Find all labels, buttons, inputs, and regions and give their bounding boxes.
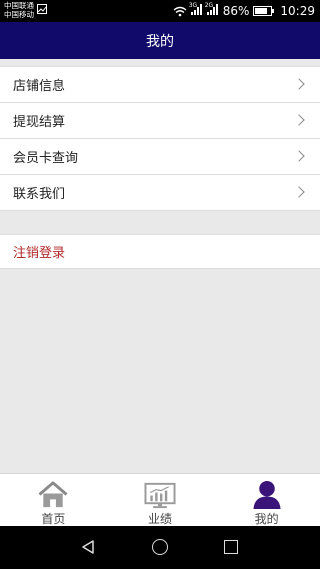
- image-icon: [37, 4, 47, 14]
- chevron-right-icon: [293, 114, 305, 126]
- chevron-right-icon: [293, 150, 305, 162]
- menu-item-member-card-query[interactable]: 会员卡查询: [0, 139, 320, 175]
- wifi-icon: [173, 6, 187, 16]
- battery-percent: 86%: [222, 4, 250, 18]
- chevron-right-icon: [293, 186, 305, 198]
- back-icon[interactable]: [81, 540, 95, 554]
- app-header: 我的: [0, 22, 320, 59]
- net-2-label: 2G: [204, 2, 214, 9]
- nav-label-performance: 业绩: [148, 512, 173, 526]
- logout-button[interactable]: 注销登录: [0, 234, 320, 269]
- net-1-label: 3G: [188, 2, 198, 9]
- system-nav-bar: [0, 526, 320, 569]
- nav-item-performance[interactable]: 业绩: [107, 474, 214, 527]
- clock: 10:29: [280, 4, 315, 18]
- menu-item-label: 会员卡查询: [13, 151, 79, 166]
- nav-label-home: 首页: [41, 512, 66, 526]
- menu-item-label: 店铺信息: [13, 79, 66, 94]
- status-bar: 中国联通 中国移动 3G 2G 86% 10:29: [0, 0, 320, 22]
- chart-icon: [144, 482, 176, 509]
- page-title: 我的: [146, 33, 174, 50]
- bottom-nav: 首页 业绩 我的: [0, 473, 320, 527]
- carrier-1: 中国联通: [4, 1, 34, 10]
- nav-item-home[interactable]: 首页: [0, 474, 107, 527]
- carrier-2: 中国移动: [4, 10, 34, 19]
- signal-2g: 2G: [204, 2, 219, 18]
- nav-item-mine[interactable]: 我的: [213, 474, 320, 527]
- menu-list: 店铺信息 提现结算 会员卡查询 联系我们: [0, 66, 320, 211]
- status-icons: 3G 2G 86% 10:29: [173, 2, 315, 20]
- signal-3g: 3G: [188, 2, 203, 18]
- home-icon: [38, 481, 68, 508]
- menu-item-contact-us[interactable]: 联系我们: [0, 175, 320, 211]
- menu-item-store-info[interactable]: 店铺信息: [0, 66, 320, 103]
- carrier-info: 中国联通 中国移动: [4, 1, 34, 19]
- menu-item-withdraw-settlement[interactable]: 提现结算: [0, 103, 320, 139]
- battery-icon: [253, 6, 275, 16]
- chevron-right-icon: [293, 78, 305, 90]
- logout-label: 注销登录: [13, 246, 66, 261]
- menu-item-label: 联系我们: [13, 187, 66, 202]
- recent-apps-icon[interactable]: [224, 540, 238, 554]
- menu-item-label: 提现结算: [13, 115, 66, 130]
- nav-label-mine: 我的: [254, 512, 279, 526]
- user-icon: [253, 480, 281, 510]
- home-button-icon[interactable]: [152, 539, 168, 555]
